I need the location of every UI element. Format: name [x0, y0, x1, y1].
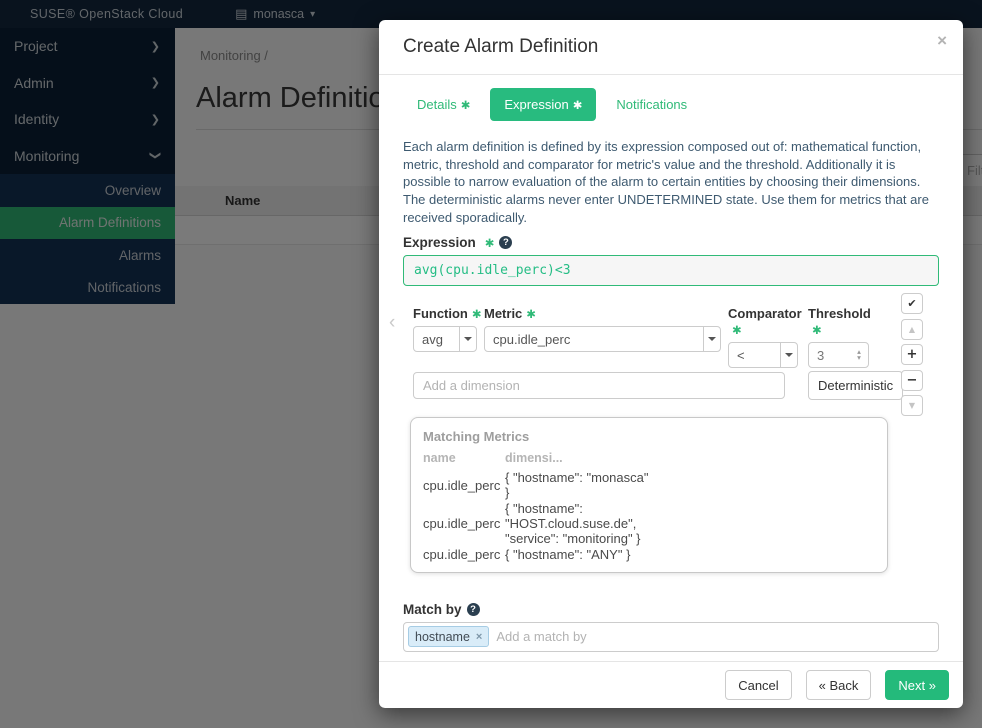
minus-icon: − [907, 373, 918, 388]
threshold-spinner[interactable]: ▴ ▾ [850, 343, 868, 367]
required-icon: ✱ [573, 98, 583, 112]
match-by-label: Match by [403, 602, 462, 617]
add-row-button[interactable]: + [901, 344, 923, 365]
deterministic-toggle[interactable]: Deterministic [808, 371, 903, 400]
comparator-select[interactable]: < [728, 342, 798, 368]
function-label: Function✱ [413, 306, 482, 322]
threshold-input[interactable]: 3 ▴ ▾ [808, 342, 869, 368]
help-icon[interactable]: ? [499, 236, 512, 249]
metric-row[interactable]: cpu.idle_perc { "hostname": "HOST.cloud.… [423, 501, 651, 547]
matching-metrics-table: name dimensi... cpu.idle_perc { "hostnam… [423, 451, 651, 563]
function-select[interactable]: avg [413, 326, 477, 352]
threshold-label: Threshold ✱ [808, 306, 878, 338]
expression-description: Each alarm definition is defined by its … [403, 138, 939, 226]
comparator-value: < [729, 343, 780, 367]
metric-name: cpu.idle_perc [423, 470, 505, 501]
caret-down-icon [780, 343, 797, 367]
expression-builder: ‹ Function✱ avg Metric✱ cpu.idle_perc [403, 306, 939, 402]
match-by-input-wrapper[interactable]: hostname × [403, 622, 939, 652]
remove-row-button[interactable]: − [901, 370, 923, 391]
threshold-column: Threshold ✱ 3 ▴ ▾ [808, 306, 878, 368]
required-icon: ✱ [732, 322, 814, 338]
metric-row[interactable]: cpu.idle_perc { "hostname": "ANY" } [423, 547, 651, 564]
tab-label: Expression [504, 97, 568, 112]
threshold-value: 3 [809, 343, 850, 367]
match-by-input[interactable] [489, 629, 934, 644]
required-icon: ✱ [526, 307, 536, 321]
metric-dimensions: { "hostname": "HOST.cloud.suse.de", "ser… [505, 501, 651, 547]
check-icon: ✔ [907, 297, 916, 310]
metric-column: Metric✱ cpu.idle_perc [484, 306, 721, 352]
modal-header: Create Alarm Definition × [379, 20, 963, 75]
modal-title: Create Alarm Definition [403, 36, 598, 58]
caret-down-icon [459, 327, 476, 351]
next-button[interactable]: Next » [885, 670, 949, 700]
metric-select[interactable]: cpu.idle_perc [484, 326, 721, 352]
match-by-label-row: Match by ? [403, 602, 939, 617]
required-icon: ✱ [812, 322, 878, 338]
required-icon: ✱ [485, 236, 495, 250]
metric-dimensions: { "hostname": "ANY" } [505, 547, 651, 564]
tab-label: Details [417, 97, 457, 112]
create-alarm-definition-modal: Create Alarm Definition × Details ✱ Expre… [379, 20, 963, 708]
tag-label: hostname [415, 630, 470, 644]
modal-footer: Cancel « Back Next » [379, 661, 963, 708]
comparator-column: Comparator ✱ < [728, 306, 814, 368]
row-action-buttons: ✔ ▲ + − ▼ [901, 293, 923, 416]
metric-label: Metric✱ [484, 306, 721, 322]
metrics-name-header: name [423, 451, 505, 470]
metrics-dimensions-header: dimensi... [505, 451, 651, 470]
tag-remove-icon[interactable]: × [476, 631, 482, 643]
metric-dimensions: { "hostname": "monasca" } [505, 470, 651, 501]
comparator-label: Comparator ✱ [728, 306, 814, 338]
confirm-row-button[interactable]: ✔ [901, 293, 923, 314]
modal-body: Details ✱ Expression ✱ Notifications Each … [379, 75, 963, 652]
cancel-button[interactable]: Cancel [725, 670, 791, 700]
matching-metrics-panel: Matching Metrics name dimensi... cpu.idl… [410, 417, 888, 572]
plus-icon: + [907, 347, 918, 362]
matching-metrics-title: Matching Metrics [423, 429, 875, 444]
function-column: Function✱ avg [413, 306, 482, 352]
triangle-down-icon: ▼ [909, 401, 915, 410]
spin-down-icon: ▾ [857, 355, 861, 361]
dimension-input[interactable] [413, 372, 785, 399]
expression-label-row: Expression ✱ ? [403, 235, 939, 250]
tab-details[interactable]: Details ✱ [403, 88, 484, 121]
back-button[interactable]: « Back [806, 670, 872, 700]
required-icon: ✱ [472, 307, 482, 321]
metric-row[interactable]: cpu.idle_perc { "hostname": "monasca" } [423, 470, 651, 501]
tab-notifications[interactable]: Notifications [602, 88, 701, 121]
move-up-button[interactable]: ▲ [901, 319, 923, 340]
deterministic-label: Deterministic [818, 378, 893, 393]
expression-input[interactable]: avg(cpu.idle_perc)<3 [403, 255, 939, 286]
wizard-tabs: Details ✱ Expression ✱ Notifications [403, 88, 939, 121]
match-by-tag: hostname × [408, 626, 489, 647]
close-icon[interactable]: × [937, 31, 947, 51]
tab-expression[interactable]: Expression ✱ [490, 88, 596, 121]
required-icon: ✱ [461, 98, 471, 112]
expression-label: Expression [403, 235, 476, 250]
help-icon[interactable]: ? [467, 603, 480, 616]
metric-name: cpu.idle_perc [423, 501, 505, 547]
caret-down-icon [703, 327, 720, 351]
move-down-button[interactable]: ▼ [901, 395, 923, 416]
collapse-chevron-icon: ‹ [389, 312, 395, 334]
match-by-section: Match by ? hostname × [403, 602, 939, 652]
metric-name: cpu.idle_perc [423, 547, 505, 564]
tab-label: Notifications [616, 97, 687, 112]
triangle-up-icon: ▲ [909, 325, 915, 334]
function-value: avg [414, 327, 459, 351]
metric-value: cpu.idle_perc [485, 327, 703, 351]
